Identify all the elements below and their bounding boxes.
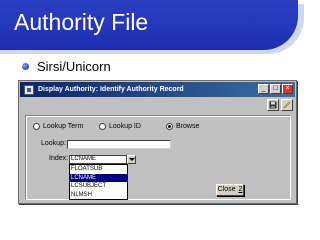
index-select[interactable]: LCNAME [69, 155, 127, 164]
radio-lookup-id[interactable]: Lookup ID [99, 123, 141, 130]
close-icon[interactable]: × [282, 84, 293, 94]
lookup-label: Lookup: [41, 140, 66, 147]
dropdown-option[interactable]: FLOATSUB [70, 165, 127, 174]
radio-browse[interactable]: Browse [166, 123, 199, 130]
authority-dialog-window: Display Authority: Identify Authority Re… [18, 80, 297, 204]
chevron-down-icon[interactable] [127, 155, 136, 164]
maximize-icon[interactable]: □ [270, 84, 281, 94]
window-toolbar [267, 99, 293, 111]
radio-label: Browse [176, 123, 200, 130]
close-button-shortcut: 2 [238, 186, 243, 193]
slide-header: Authority File [0, 0, 298, 50]
app-icon [24, 84, 34, 95]
save-disk-icon[interactable] [267, 99, 279, 111]
dropdown-option[interactable]: LCSUBJECT [70, 182, 127, 191]
radio-button-selected[interactable] [166, 123, 173, 130]
slide-title: Authority File [14, 9, 149, 35]
close-button[interactable]: Close 2 [216, 184, 244, 196]
radio-label: Lookup Term [43, 123, 84, 130]
radio-button[interactable] [99, 123, 106, 130]
index-dropdown-list: FLOATSUB LCNAME LCSUBJECT NLMSH [69, 164, 128, 200]
bullet-item: Sirsi/Unicorn [22, 57, 111, 75]
dropdown-option[interactable]: NLMSH [70, 191, 127, 200]
close-button-label: Close [217, 186, 236, 193]
radio-label: Lookup ID [109, 123, 141, 130]
titlebar-buttons: _ □ × [258, 84, 293, 94]
bullet-dot-icon [22, 62, 29, 70]
window-titlebar[interactable]: Display Authority: Identify Authority Re… [20, 82, 295, 97]
edit-pencil-icon[interactable] [281, 99, 293, 111]
bullet-text: Sirsi/Unicorn [37, 58, 111, 74]
dropdown-option-highlighted[interactable]: LCNAME [70, 173, 127, 182]
minimize-icon[interactable]: _ [258, 84, 269, 94]
radio-lookup-term[interactable]: Lookup Term [33, 123, 83, 130]
window-title: Display Authority: Identify Authority Re… [38, 86, 184, 93]
index-label: Index: [49, 155, 69, 162]
radio-button[interactable] [33, 123, 40, 130]
lookup-input[interactable] [67, 140, 171, 149]
search-panel: Lookup Term Lookup ID Browse Lookup: Ind… [25, 115, 291, 200]
